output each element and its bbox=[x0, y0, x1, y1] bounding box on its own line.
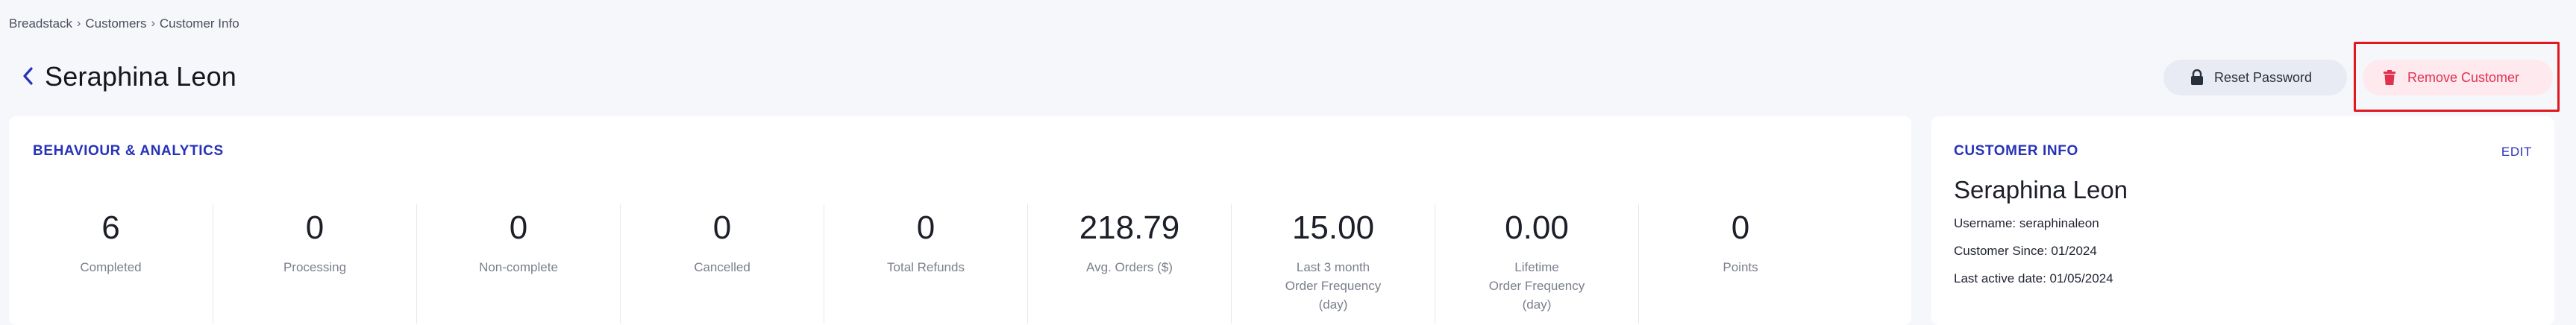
stat-label: Last 3 month Order Frequency (day) bbox=[1285, 260, 1382, 312]
stat-points: 0 Points bbox=[1638, 204, 1842, 324]
breadcrumb-item-breadstack[interactable]: Breadstack bbox=[9, 16, 72, 31]
chevron-right-icon: › bbox=[151, 17, 155, 30]
stat-value: 6 bbox=[101, 209, 120, 246]
breadcrumb-item-customers[interactable]: Customers bbox=[85, 16, 146, 31]
stat-3-month-order-frequency: 15.00 Last 3 month Order Frequency (day) bbox=[1231, 204, 1435, 324]
analytics-title: BEHAVIOUR & ANALYTICS bbox=[33, 143, 224, 159]
customer-info-title: CUSTOMER INFO bbox=[1954, 143, 2078, 159]
stat-value: 218.79 bbox=[1079, 209, 1180, 246]
lock-icon bbox=[2191, 69, 2203, 85]
customer-last-active: Last active date: 01/05/2024 bbox=[1954, 271, 2113, 285]
stat-value: 15.00 bbox=[1291, 209, 1375, 246]
chevron-right-icon: › bbox=[77, 17, 81, 30]
stat-label: Cancelled bbox=[694, 260, 750, 274]
stat-value: 0 bbox=[305, 209, 325, 246]
stat-value: 0 bbox=[916, 209, 936, 246]
customer-info-card: CUSTOMER INFO EDIT Seraphina Leon Userna… bbox=[1931, 116, 2554, 325]
edit-button[interactable]: EDIT bbox=[2501, 145, 2532, 160]
page-title: Seraphina Leon bbox=[45, 61, 237, 92]
stat-label: Total Refunds bbox=[887, 260, 965, 274]
stat-label: Non-complete bbox=[479, 260, 558, 274]
remove-customer-label: Remove Customer bbox=[2407, 69, 2520, 85]
breadcrumb: Breadstack › Customers › Customer Info bbox=[9, 16, 239, 31]
stat-value: 0.00 bbox=[1505, 209, 1569, 246]
stat-completed: 6 Completed bbox=[9, 204, 213, 324]
breadcrumb-item-customer-info: Customer Info bbox=[159, 16, 239, 31]
page-header: Seraphina Leon Reset Password Remove Cus… bbox=[0, 42, 2576, 112]
reset-password-label: Reset Password bbox=[2214, 69, 2313, 85]
back-button[interactable] bbox=[16, 64, 40, 88]
customer-name: Seraphina Leon bbox=[1954, 176, 2128, 203]
customer-username: Username: seraphinaleon bbox=[1954, 216, 2099, 230]
stat-lifetime-order-frequency: 0.00 Lifetime Order Frequency (day) bbox=[1435, 204, 1638, 324]
stats-row: 6 Completed 0 Processing 0 Non-complete … bbox=[9, 204, 1911, 324]
stat-value: 0 bbox=[712, 209, 732, 246]
reset-password-button[interactable]: Reset Password bbox=[2163, 60, 2347, 95]
stat-non-complete: 0 Non-complete bbox=[416, 204, 620, 324]
chevron-left-icon bbox=[23, 67, 33, 85]
customer-since: Customer Since: 01/2024 bbox=[1954, 244, 2097, 258]
stat-value: 0 bbox=[509, 209, 528, 246]
stat-label: Lifetime Order Frequency (day) bbox=[1488, 260, 1585, 312]
stat-label: Completed bbox=[80, 260, 142, 274]
behaviour-analytics-card: BEHAVIOUR & ANALYTICS 6 Completed 0 Proc… bbox=[9, 116, 1911, 325]
stat-cancelled: 0 Cancelled bbox=[620, 204, 824, 324]
stat-total-refunds: 0 Total Refunds bbox=[824, 204, 1027, 324]
remove-customer-button[interactable]: Remove Customer bbox=[2363, 60, 2553, 95]
stat-label: Processing bbox=[283, 260, 347, 274]
stat-label: Points bbox=[1723, 260, 1758, 274]
stat-label: Avg. Orders ($) bbox=[1086, 260, 1173, 274]
stat-processing: 0 Processing bbox=[213, 204, 416, 324]
stat-avg-orders: 218.79 Avg. Orders ($) bbox=[1027, 204, 1231, 324]
trash-icon bbox=[2384, 70, 2395, 85]
stat-value: 0 bbox=[1731, 209, 1750, 246]
